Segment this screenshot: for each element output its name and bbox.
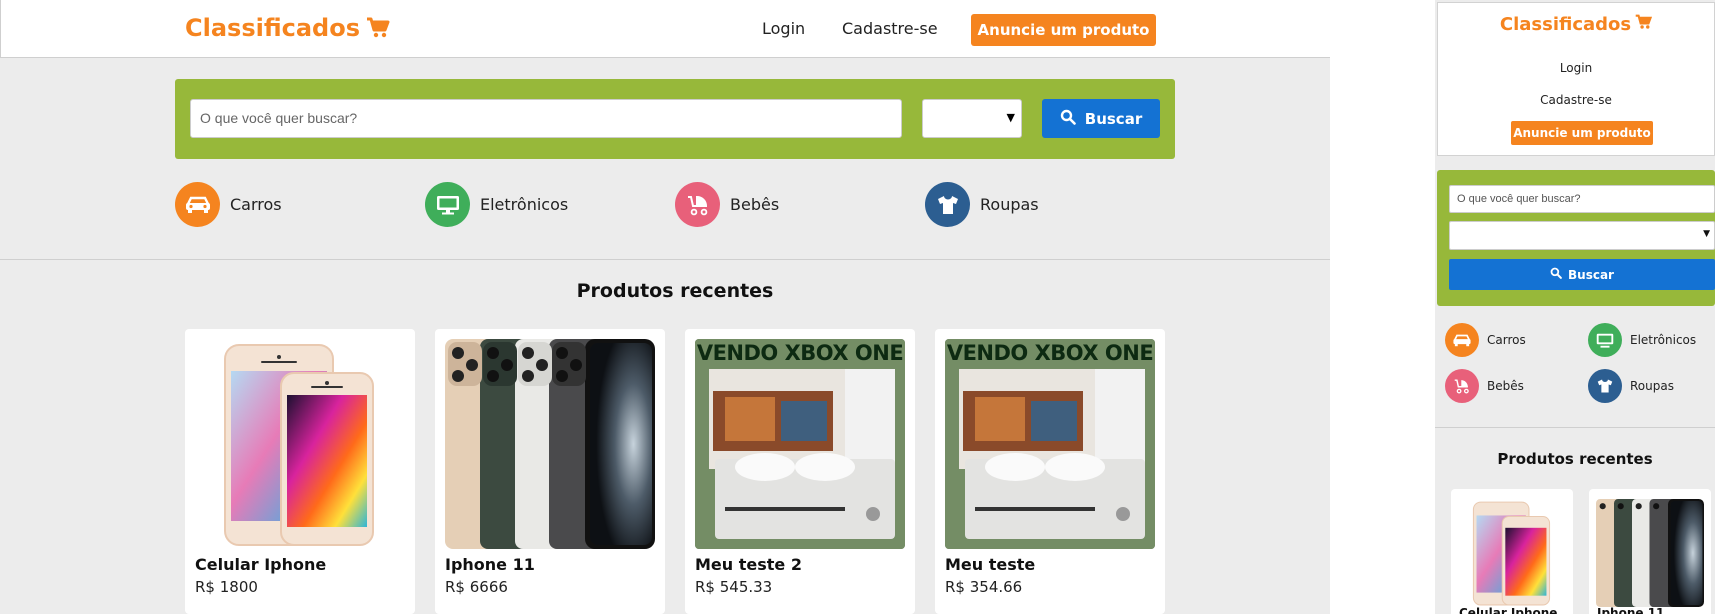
category-label: Roupas [1630,379,1674,393]
baby-stroller-icon [1445,369,1479,403]
mobile-category-eletronicos[interactable]: Eletrônicos [1588,323,1696,357]
search-button-label: Buscar [1084,109,1143,128]
search-button[interactable]: Buscar [1042,99,1160,138]
monitor-icon [425,182,470,227]
shopping-cart-icon [366,17,390,39]
search-icon [1550,267,1562,282]
product-card[interactable]: Celular Iphone R$ 1800 [185,329,415,614]
mobile-search-input[interactable]: O que você quer buscar? [1449,185,1715,213]
category-label: Carros [230,195,282,214]
product-price: R$ 545.33 [695,578,773,596]
divider [0,259,1330,260]
product-image [1596,499,1704,607]
search-bar: O que você quer buscar? ▼ Buscar [175,79,1175,159]
category-carros[interactable]: Carros [175,182,282,227]
tshirt-icon [925,182,970,227]
shopping-cart-icon [1635,14,1653,35]
car-icon [175,182,220,227]
divider [1435,427,1715,428]
brand-name: Classificados [185,14,360,42]
mobile-search-button[interactable]: Buscar [1449,259,1715,290]
category-bebes[interactable]: Bebês [675,182,779,227]
product-card[interactable]: Iphone 11 R$ 6666 [435,329,665,614]
product-image [445,339,655,549]
mobile-announce-button[interactable]: Anuncie um produto [1511,121,1653,145]
product-name: Meu teste [945,555,1036,574]
brand-name: Classificados [1499,14,1632,35]
product-price: R$ 1800 [195,578,258,596]
product-card[interactable]: VENDO XBOX ONE Meu teste R$ 354.66 [935,329,1165,614]
mobile-brand-logo[interactable]: Classificados [1438,14,1714,35]
mobile-category-carros[interactable]: Carros [1445,323,1526,357]
nav-signup-link[interactable]: Cadastre-se [842,19,938,38]
mobile-category-roupas[interactable]: Roupas [1588,369,1674,403]
product-card[interactable]: VENDO XBOX ONE Meu teste 2 R$ 545.33 [685,329,915,614]
product-name: Iphone 11 [445,555,535,574]
monitor-icon [1588,323,1622,357]
category-label: Bebês [730,195,780,214]
tshirt-icon [1588,369,1622,403]
mobile-login-link[interactable]: Login [1438,61,1714,75]
baby-stroller-icon [675,182,720,227]
product-image-caption: VENDO XBOX ONE [696,341,904,365]
product-image [1458,499,1566,607]
category-label: Carros [1487,333,1526,347]
mobile-product-card[interactable]: Iphone 11 [1589,489,1711,614]
category-eletronicos[interactable]: Eletrônicos [425,182,568,227]
category-select[interactable]: ▼ [922,99,1022,138]
search-input[interactable]: O que você quer buscar? [190,99,902,138]
mobile-section-title: Produtos recentes [1497,450,1653,468]
search-button-label: Buscar [1568,267,1614,282]
desktop-view: Classificados Login Cadastre-se Anuncie … [0,0,1330,614]
product-name: Celular Iphone [1459,606,1558,614]
product-price: R$ 354.66 [945,578,1023,596]
mobile-signup-link[interactable]: Cadastre-se [1438,93,1714,107]
mobile-category-select[interactable]: ▼ [1449,221,1715,250]
mobile-category-bebes[interactable]: Bebês [1445,369,1524,403]
product-name: Meu teste 2 [695,555,802,574]
mobile-header: Classificados Login Cadastre-se Anuncie … [1437,2,1715,156]
mobile-search-bar: O que você quer buscar? ▼ Buscar [1437,170,1715,306]
section-title: Produtos recentes [576,280,774,302]
mobile-view: Classificados Login Cadastre-se Anuncie … [1435,0,1715,614]
brand-logo[interactable]: Classificados [185,14,390,42]
product-image-caption: VENDO XBOX ONE [946,341,1154,365]
header: Classificados Login Cadastre-se Anuncie … [0,0,1330,58]
announce-product-button[interactable]: Anuncie um produto [971,14,1156,46]
category-label: Eletrônicos [480,195,569,214]
product-name: Iphone 11 [1597,606,1665,614]
category-label: Eletrônicos [1630,333,1697,347]
dropdown-arrow-icon: ▼ [1703,229,1710,239]
product-image: VENDO XBOX ONE [695,339,905,549]
nav-login-link[interactable]: Login [762,19,805,38]
dropdown-arrow-icon: ▼ [1006,111,1015,124]
car-icon [1445,323,1479,357]
search-icon [1060,109,1076,129]
category-roupas[interactable]: Roupas [925,182,1039,227]
mobile-product-card[interactable]: Celular Iphone [1451,489,1573,614]
product-name: Celular Iphone [195,555,327,574]
category-label: Bebês [1487,379,1524,393]
category-label: Roupas [980,195,1039,214]
product-image: VENDO XBOX ONE [945,339,1155,549]
product-price: R$ 6666 [445,578,508,596]
product-image [195,339,405,549]
